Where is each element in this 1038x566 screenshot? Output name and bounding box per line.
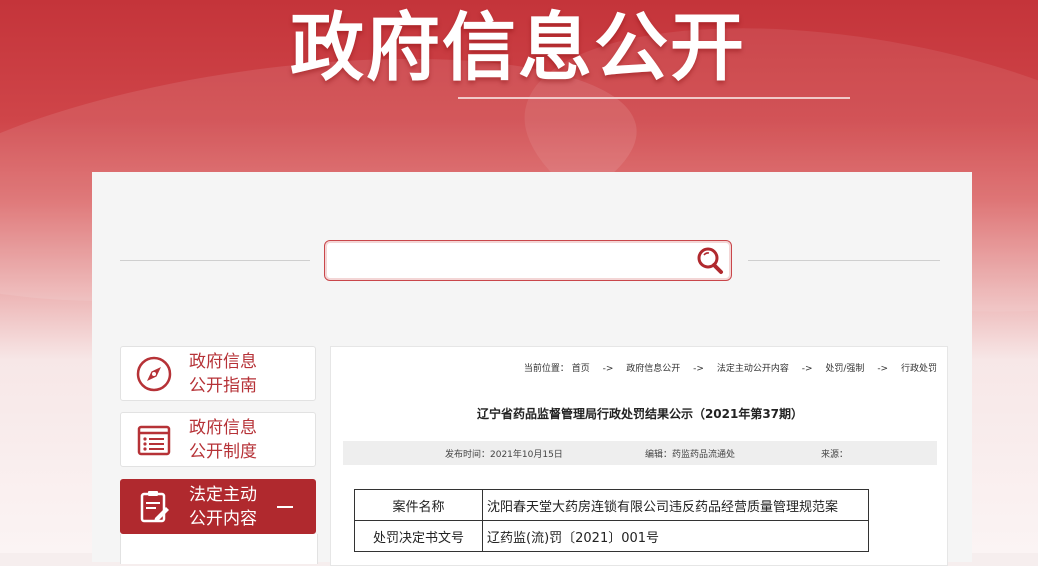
table-key: 案件名称 xyxy=(354,489,483,521)
breadcrumb-statutory[interactable]: 法定主动公开内容 xyxy=(717,361,789,374)
sidebar-item-guide[interactable]: 政府信息 公开指南 xyxy=(120,346,316,401)
breadcrumb: 当前位置： 首页 -> 政府信息公开 -> 法定主动公开内容 -> 处罚/强制 … xyxy=(524,361,937,374)
breadcrumb-separator: -> xyxy=(877,364,889,374)
table-row: 案件名称 沈阳春天堂大药房连锁有限公司违反药品经营质量管理规范案 xyxy=(354,489,869,521)
breadcrumb-separator: -> xyxy=(801,364,813,374)
search-box xyxy=(324,240,732,281)
search-divider-right xyxy=(748,260,940,261)
search-icon xyxy=(697,247,723,274)
table-value: 辽药监(流)罚〔2021〕001号 xyxy=(482,520,869,552)
article-title: 辽宁省药品监督管理局行政处罚结果公示（2021年第37期） xyxy=(476,407,804,421)
sidebar-item-system[interactable]: 政府信息 公开制度 xyxy=(120,412,316,467)
publish-time: 发布时间：2021年10月15日 xyxy=(445,450,563,460)
breadcrumb-penalty-enforcement[interactable]: 处罚/强制 xyxy=(825,361,864,374)
breadcrumb-gov-info[interactable]: 政府信息公开 xyxy=(626,361,680,374)
search-input[interactable] xyxy=(333,247,687,276)
table-value: 沈阳春天堂大药房连锁有限公司违反药品经营质量管理规范案 xyxy=(482,489,869,521)
collapse-icon[interactable] xyxy=(277,506,293,508)
page-title: 政府信息公开 xyxy=(290,5,746,91)
breadcrumb-prefix: 当前位置： xyxy=(523,364,569,374)
breadcrumb-administrative-penalty[interactable]: 行政处罚 xyxy=(901,361,937,374)
search-divider-left xyxy=(120,260,310,261)
penalty-info-table: 案件名称 沈阳春天堂大药房连锁有限公司违反药品经营质量管理规范案 处罚决定书文号… xyxy=(354,489,869,552)
sidebar-item-label: 法定主动 xyxy=(189,485,257,505)
article-meta: 发布时间：2021年10月15日 编辑：药监药品流通处 来源： xyxy=(343,441,937,465)
article-source: 来源： xyxy=(821,450,849,460)
article-editor: 编辑：药监药品流通处 xyxy=(645,450,736,460)
title-underline xyxy=(458,97,850,99)
list-icon xyxy=(137,425,171,456)
sidebar-item-label: 公开指南 xyxy=(189,376,257,396)
breadcrumb-separator: -> xyxy=(693,364,704,374)
sidebar-item-label: 公开内容 xyxy=(189,509,257,529)
sidebar-item-statutory-content[interactable]: 法定主动 公开内容 xyxy=(120,479,316,534)
breadcrumb-home[interactable]: 首页 xyxy=(572,361,590,374)
sidebar-item-label: 政府信息 xyxy=(189,352,257,372)
document-edit-icon xyxy=(140,491,169,523)
sidebar-submenu xyxy=(120,534,318,564)
sidebar-item-label: 政府信息 xyxy=(189,418,257,438)
search-button[interactable] xyxy=(693,245,727,277)
compass-icon xyxy=(136,356,172,392)
breadcrumb-separator: -> xyxy=(602,364,614,374)
table-row: 处罚决定书文号 辽药监(流)罚〔2021〕001号 xyxy=(354,520,869,552)
table-key: 处罚决定书文号 xyxy=(354,520,483,552)
sidebar-item-label: 公开制度 xyxy=(189,442,257,462)
